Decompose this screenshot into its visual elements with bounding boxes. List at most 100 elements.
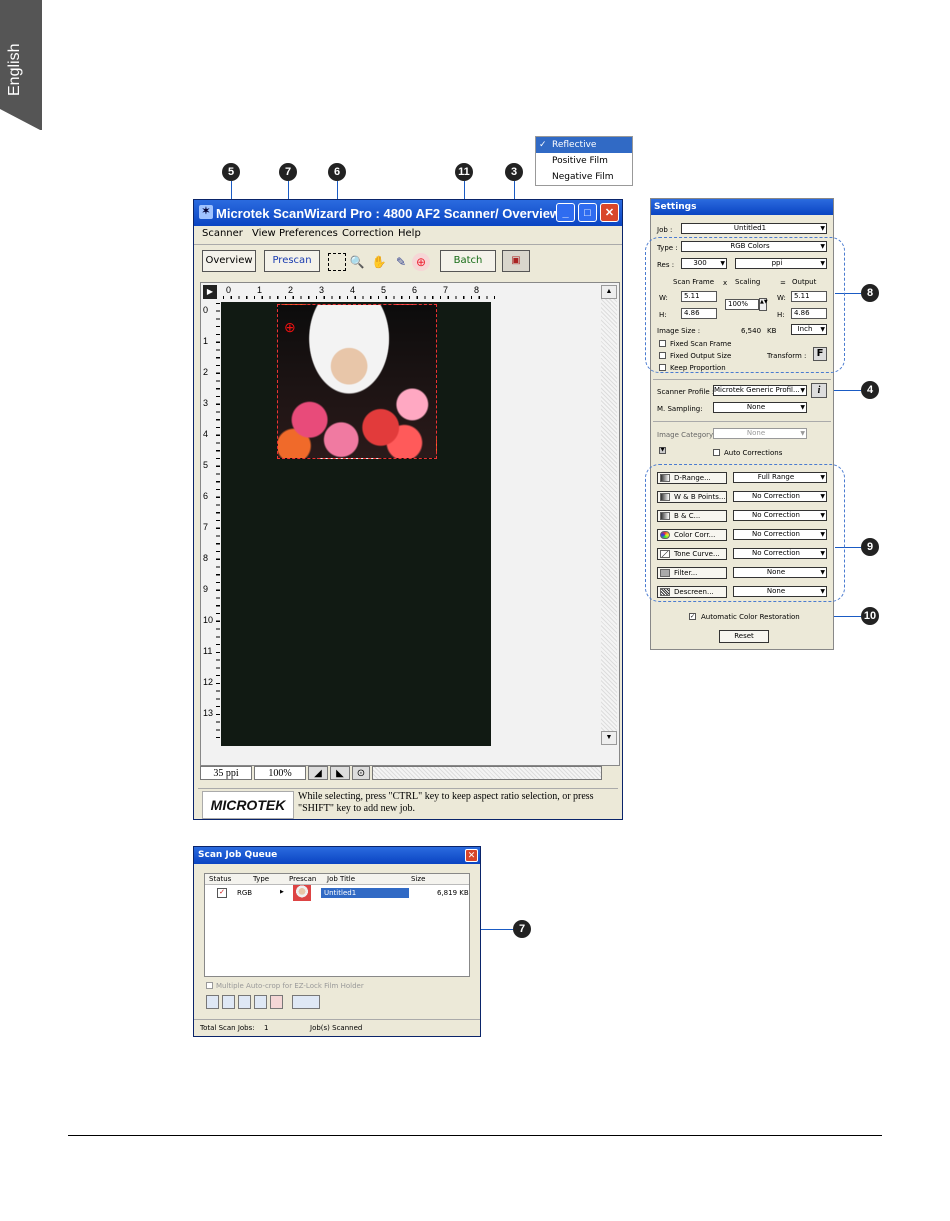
job-list[interactable]: Status Type Prescan Job Title Size ✓ RGB… — [204, 873, 470, 977]
target-tool-icon[interactable]: ⊕ — [412, 253, 430, 271]
status-check-icon[interactable]: ✓ — [217, 888, 227, 898]
column-type[interactable]: Type — [253, 875, 269, 883]
fixed-output-size-checkbox[interactable] — [659, 352, 666, 359]
descreen-icon — [660, 588, 670, 596]
horizontal-scrollbar[interactable] — [372, 766, 602, 780]
queue-scan-icon[interactable] — [222, 995, 235, 1009]
column-job-title[interactable]: Job Title — [327, 875, 355, 883]
film-type-menu[interactable]: ✓ Reflective Positive Film Negative Film — [535, 136, 633, 186]
menu-preferences[interactable]: Preferences — [279, 228, 338, 239]
reset-button[interactable]: Reset — [719, 630, 769, 643]
color-corr-button[interactable]: Color Corr... — [657, 529, 727, 541]
type-select[interactable]: RGB Colors — [681, 241, 827, 252]
filter-button[interactable]: Filter... — [657, 567, 727, 579]
scan-frame-height-input[interactable]: 4.86 — [681, 308, 717, 319]
resolution-unit-select[interactable]: ppi — [735, 258, 827, 269]
queue-copy-icon[interactable] — [254, 995, 267, 1009]
auto-corrections-checkbox[interactable] — [713, 449, 720, 456]
batch-button[interactable]: Batch — [440, 250, 496, 272]
menu-item-negative-film[interactable]: Negative Film — [536, 169, 632, 185]
menu-view[interactable]: View — [252, 228, 276, 239]
queue-load-save-icon[interactable] — [292, 995, 320, 1009]
scroll-up-icon[interactable]: ▲ — [601, 285, 617, 299]
menu-item-positive-film[interactable]: Positive Film — [536, 153, 632, 169]
scaling-label: Scaling — [735, 278, 761, 286]
image-category-select[interactable]: None — [713, 428, 807, 439]
job-select[interactable]: Untitled1 — [681, 223, 827, 234]
scaling-input[interactable]: 100% — [725, 299, 759, 310]
descreen-select[interactable]: None — [733, 586, 827, 597]
m-sampling-select[interactable]: None — [713, 402, 807, 413]
minimize-button[interactable]: _ — [556, 203, 575, 222]
eyedropper-tool-icon[interactable]: ✎ — [392, 253, 410, 271]
selection-tool-icon[interactable] — [328, 253, 346, 271]
queue-delete-icon[interactable] — [270, 995, 283, 1009]
menu-bar: Scanner View Preferences Correction Help — [194, 226, 622, 242]
queue-save-icon[interactable] — [238, 995, 251, 1009]
queue-move-icon[interactable] — [206, 995, 219, 1009]
color-corr-select[interactable]: No Correction — [733, 529, 827, 540]
tone-curve-select[interactable]: No Correction — [733, 548, 827, 559]
job-list-header: Status Type Prescan Job Title Size — [205, 874, 469, 885]
tone-curve-button[interactable]: Tone Curve... — [657, 548, 727, 560]
queue-close-button[interactable]: ✕ — [465, 849, 478, 862]
callout-4: 4 — [861, 381, 879, 399]
vertical-ruler: 0 1 2 3 4 5 6 7 8 9 10 11 12 13 — [203, 303, 221, 743]
histogram-alt-icon[interactable]: ◣ — [330, 766, 350, 780]
unit-select[interactable]: Inch — [791, 324, 827, 335]
scanned-image-woman-with-roses[interactable]: ⊕ — [277, 304, 437, 459]
callout-7-bottom: 7 — [513, 920, 531, 938]
maximize-button[interactable]: □ — [578, 203, 597, 222]
column-prescan[interactable]: Prescan — [289, 875, 316, 883]
prescan-button[interactable]: Prescan — [264, 250, 320, 272]
scroll-down-icon[interactable]: ▼ — [601, 731, 617, 745]
ruler-toggle-icon[interactable]: ▶ — [203, 285, 217, 299]
multi-autocrop-checkbox[interactable] — [206, 982, 213, 989]
menu-help[interactable]: Help — [398, 228, 421, 239]
microtek-logo: MICROTEK — [202, 791, 294, 819]
language-label: English — [6, 43, 23, 96]
info-icon[interactable]: i — [811, 383, 827, 398]
column-size[interactable]: Size — [411, 875, 425, 883]
close-button[interactable]: ✕ — [600, 203, 619, 222]
menu-item-reflective[interactable]: ✓ Reflective — [536, 137, 632, 153]
target-marker-icon: ⊕ — [284, 319, 296, 335]
bc-button[interactable]: B & C... — [657, 510, 727, 522]
zoom-readout: 100% — [254, 766, 306, 780]
descreen-button[interactable]: Descreen... — [657, 586, 727, 598]
scaling-stepper[interactable]: ▲▼ — [759, 298, 768, 311]
row-job-title[interactable]: Untitled1 — [321, 888, 409, 898]
bc-select[interactable]: No Correction — [733, 510, 827, 521]
menu-correction[interactable]: Correction — [342, 228, 394, 239]
resolution-select[interactable]: 300 — [681, 258, 727, 269]
scan-frame-width-input[interactable]: 5.11 — [681, 291, 717, 302]
column-status[interactable]: Status — [209, 875, 231, 883]
overview-button[interactable]: Overview — [202, 250, 256, 272]
preview-area[interactable]: ▶ 0 1 2 3 4 5 6 7 8 0 1 2 3 4 5 6 7 8 9 … — [200, 282, 620, 766]
transform-button[interactable]: F — [813, 347, 827, 361]
zoom-tool-icon[interactable]: 🔍 — [348, 253, 366, 271]
filter-select[interactable]: None — [733, 567, 827, 578]
wb-points-select[interactable]: No Correction — [733, 491, 827, 502]
auto-color-restoration-checkbox[interactable]: ✓ — [689, 613, 696, 620]
scan-bed[interactable]: ⊕ — [221, 302, 491, 746]
film-type-button[interactable]: ▣ — [502, 250, 530, 272]
expand-icon[interactable]: ▼ — [659, 447, 666, 454]
histogram-icon[interactable]: ◢ — [308, 766, 328, 780]
image-size-label: Image Size : — [657, 327, 701, 335]
wb-points-button[interactable]: W & B Points... — [657, 491, 727, 503]
fixed-scan-frame-checkbox[interactable] — [659, 340, 666, 347]
output-height-input[interactable]: 4.86 — [791, 308, 827, 319]
row-size: 6,819 KB — [437, 889, 469, 897]
expand-arrow-icon[interactable]: ▶ — [280, 889, 284, 895]
crosshair-icon[interactable]: ⊙ — [352, 766, 370, 780]
d-range-select[interactable]: Full Range — [733, 472, 827, 483]
d-range-button[interactable]: D-Range... — [657, 472, 727, 484]
hand-tool-icon[interactable]: ✋ — [370, 253, 388, 271]
vertical-scrollbar[interactable]: ▲ ▼ — [601, 285, 617, 745]
output-width-input[interactable]: 5.11 — [791, 291, 827, 302]
scanner-profile-select[interactable]: Microtek Generic Profil... — [713, 385, 807, 396]
menu-scanner[interactable]: Scanner — [202, 228, 243, 239]
keep-proportion-checkbox[interactable] — [659, 364, 666, 371]
prescan-thumbnail — [293, 885, 311, 901]
